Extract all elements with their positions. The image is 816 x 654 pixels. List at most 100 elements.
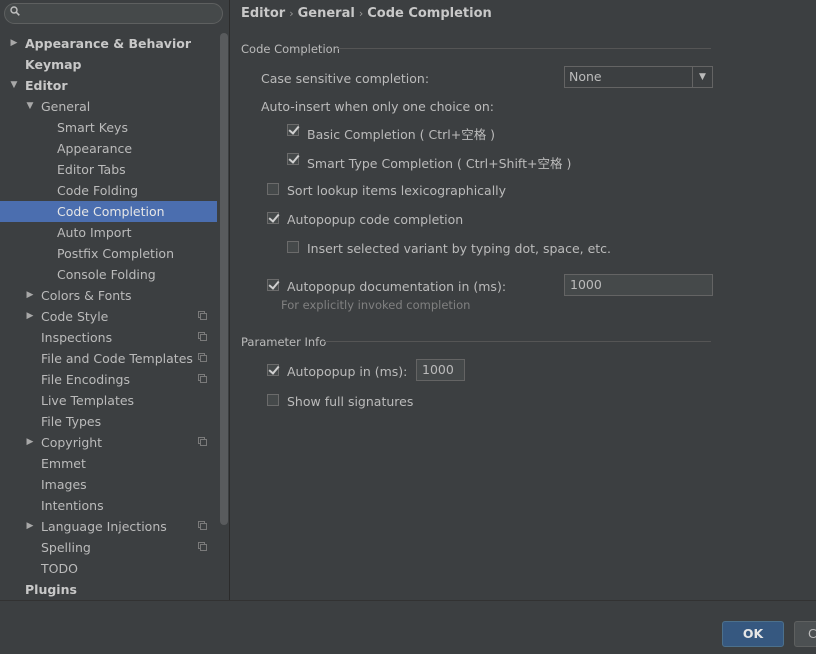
expand-right-icon[interactable]: ▶ xyxy=(25,432,35,453)
insert-selected-checkbox[interactable] xyxy=(287,241,299,253)
case-sensitive-label: Case sensitive completion: xyxy=(261,71,430,86)
autopopup-doc-delay-input[interactable]: 1000 xyxy=(564,274,713,296)
tree-item-auto-import[interactable]: Auto Import xyxy=(0,222,217,243)
tree-item-console-folding[interactable]: Console Folding xyxy=(0,264,217,285)
expand-right-icon[interactable]: ▶ xyxy=(25,306,35,327)
sort-lookup-checkbox[interactable] xyxy=(267,183,279,195)
tree-item-label: Code Folding xyxy=(57,183,139,198)
cancel-button[interactable]: Cancel xyxy=(794,621,816,647)
tree-item-appearance[interactable]: Appearance xyxy=(0,138,217,159)
tree-item-live-templates[interactable]: Live Templates xyxy=(0,390,217,411)
tree-item-file-and-code-templates[interactable]: File and Code Templates xyxy=(0,348,217,369)
tree-item-label: File Types xyxy=(41,414,102,429)
tree-item-file-encodings[interactable]: File Encodings xyxy=(0,369,217,390)
tree-item-general[interactable]: ▼ General xyxy=(0,96,217,117)
expand-right-icon[interactable]: ▶ xyxy=(25,285,35,306)
project-scope-icon xyxy=(198,437,207,446)
tree-item-images[interactable]: Images xyxy=(0,474,217,495)
sidebar-scrollbar[interactable] xyxy=(219,33,229,593)
tree-item-label: Images xyxy=(41,477,87,492)
sort-lookup-label: Sort lookup items lexicographically xyxy=(287,183,507,198)
breadcrumb-separator-icon: › xyxy=(358,7,364,20)
project-scope-icon xyxy=(198,542,207,551)
basic-completion-checkbox[interactable] xyxy=(287,124,299,136)
tree-item-copyright[interactable]: ▶ Copyright xyxy=(0,432,217,453)
tree-item-intentions[interactable]: Intentions xyxy=(0,495,217,516)
tree-item-plugins[interactable]: Plugins xyxy=(0,579,217,600)
tree-item-code-style[interactable]: ▶ Code Style xyxy=(0,306,217,327)
project-scope-icon xyxy=(198,521,207,530)
section-title-parameter-info: Parameter Info xyxy=(241,335,327,349)
dropdown-arrow-icon[interactable]: ▼ xyxy=(692,67,712,87)
insert-selected-label: Insert selected variant by typing dot, s… xyxy=(307,241,612,256)
case-sensitive-dropdown[interactable]: None ▼ xyxy=(564,66,713,88)
expand-down-icon[interactable]: ▼ xyxy=(25,96,35,117)
expand-right-icon[interactable]: ▶ xyxy=(25,516,35,537)
tree-item-label: Colors & Fonts xyxy=(41,288,132,303)
expand-down-icon[interactable]: ▼ xyxy=(9,75,19,96)
tree-item-label: Inspections xyxy=(41,330,113,345)
tree-item-label: Language Injections xyxy=(41,519,167,534)
project-scope-icon xyxy=(198,311,207,320)
tree-item-file-types[interactable]: File Types xyxy=(0,411,217,432)
parameter-autopopup-checkbox[interactable] xyxy=(267,364,279,376)
autopopup-doc-checkbox[interactable] xyxy=(267,279,279,291)
smart-type-completion-checkbox[interactable] xyxy=(287,153,299,165)
ok-button[interactable]: OK xyxy=(722,621,784,647)
tree-item-smart-keys[interactable]: Smart Keys xyxy=(0,117,217,138)
tree-item-todo[interactable]: TODO xyxy=(0,558,217,579)
project-scope-icon xyxy=(198,374,207,383)
tree-item-editor[interactable]: ▼ Editor xyxy=(0,75,217,96)
parameter-autopopup-delay-input[interactable]: 1000 xyxy=(416,359,465,381)
explicit-completion-hint: For explicitly invoked completion xyxy=(281,298,471,312)
settings-content: Editor › General › Code Completion Code Comp… xyxy=(231,0,816,600)
tree-item-appearance-behavior[interactable]: ▶ Appearance & Behavior xyxy=(0,33,217,54)
tree-item-label: Editor xyxy=(25,78,68,93)
search-input[interactable] xyxy=(23,5,217,23)
tree-item-label: Code Style xyxy=(41,309,109,324)
autopopup-code-label: Autopopup code completion xyxy=(287,212,464,227)
autopopup-code-checkbox[interactable] xyxy=(267,212,279,224)
smart-type-completion-label: Smart Type Completion ( Ctrl+Shift+空格 ) xyxy=(307,156,572,171)
tree-item-label: Appearance & Behavior xyxy=(25,36,191,51)
tree-item-spelling[interactable]: Spelling xyxy=(0,537,217,558)
tree-item-label: Plugins xyxy=(25,582,77,597)
autopopup-doc-label: Autopopup documentation in (ms): xyxy=(287,279,507,294)
tree-item-keymap[interactable]: Keymap xyxy=(0,54,217,75)
search-icon xyxy=(10,6,20,16)
auto-insert-label: Auto-insert when only one choice on: xyxy=(261,99,494,114)
tree-item-code-folding[interactable]: Code Folding xyxy=(0,180,217,201)
tree-item-language-injections[interactable]: ▶ Language Injections xyxy=(0,516,217,537)
tree-item-colors-fonts[interactable]: ▶ Colors & Fonts xyxy=(0,285,217,306)
section-divider xyxy=(324,341,711,342)
tree-item-label: Postfix Completion xyxy=(57,246,174,261)
project-scope-icon xyxy=(198,332,207,341)
breadcrumb-item: General xyxy=(297,6,355,21)
tree-item-label: Spelling xyxy=(41,540,91,555)
breadcrumb-item: Code Completion xyxy=(367,6,492,21)
breadcrumb-separator-icon: › xyxy=(289,7,294,20)
parameter-autopopup-label: Autopopup in (ms): xyxy=(287,364,408,379)
tree-item-inspections[interactable]: Inspections xyxy=(0,327,217,348)
tree-item-label: General xyxy=(41,99,91,114)
search-field[interactable] xyxy=(4,3,223,24)
tree-item-label: Emmet xyxy=(41,456,86,471)
tree-item-label: Editor Tabs xyxy=(57,162,126,177)
tree-item-label: TODO xyxy=(41,561,78,576)
scrollbar-thumb[interactable] xyxy=(220,33,228,525)
section-divider xyxy=(338,48,711,49)
tree-item-emmet[interactable]: Emmet xyxy=(0,453,217,474)
tree-item-label: Console Folding xyxy=(57,267,156,282)
settings-tree: ▶ Appearance & Behavior Keymap ▼ Editor ▼ Gene… xyxy=(0,33,217,600)
show-full-signatures-label: Show full signatures xyxy=(287,394,414,409)
tree-item-code-completion[interactable]: Code Completion xyxy=(0,201,217,222)
expand-right-icon[interactable]: ▶ xyxy=(9,33,19,54)
basic-completion-label: Basic Completion ( Ctrl+空格 ) xyxy=(307,127,496,142)
tree-item-label: Intentions xyxy=(41,498,104,513)
show-full-signatures-checkbox[interactable] xyxy=(267,394,279,406)
tree-item-label: File and Code Templates xyxy=(41,351,193,366)
tree-item-editor-tabs[interactable]: Editor Tabs xyxy=(0,159,217,180)
tree-item-label: Appearance xyxy=(57,141,133,156)
tree-item-postfix-completion[interactable]: Postfix Completion xyxy=(0,243,217,264)
tree-item-label: File Encodings xyxy=(41,372,131,387)
